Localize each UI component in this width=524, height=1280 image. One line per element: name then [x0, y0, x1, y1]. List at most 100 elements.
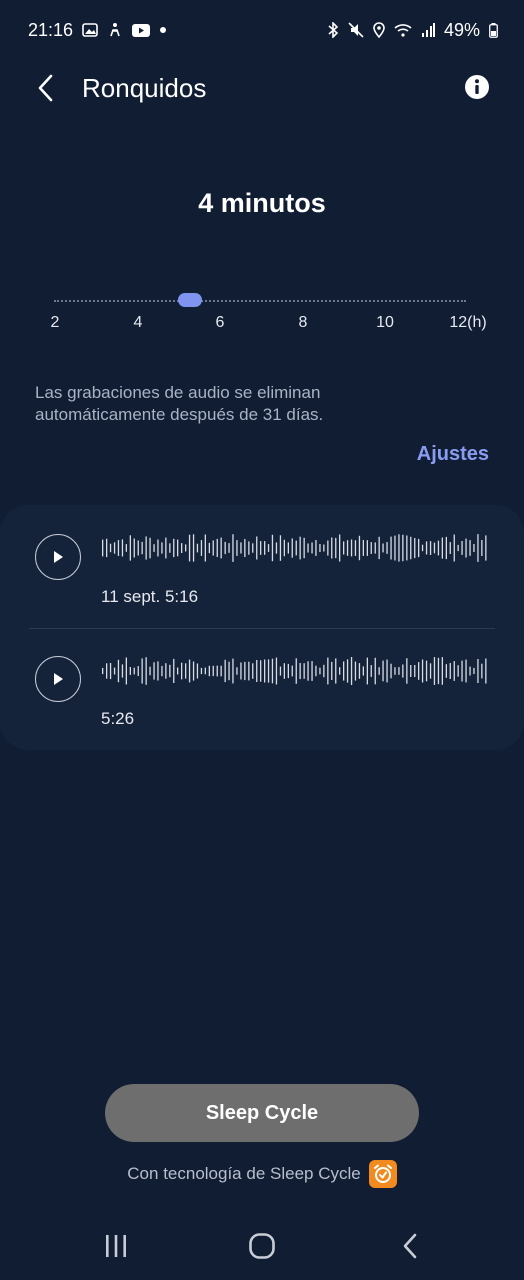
waveform-bar: [425, 541, 428, 555]
waveform-bar: [117, 659, 120, 683]
waveform-bar: [256, 660, 258, 682]
waveform-bar: [410, 665, 412, 677]
play-icon: [54, 551, 63, 563]
waveform-bar: [473, 667, 475, 674]
waveform-bar: [295, 658, 297, 684]
tick-label: 2: [50, 314, 60, 331]
waveform-bar: [260, 541, 262, 555]
play-button[interactable]: [35, 534, 81, 580]
waveform-bar: [153, 662, 155, 680]
waveform-bar: [453, 661, 455, 681]
waveform-bar: [429, 541, 432, 555]
waveform-bar: [161, 665, 163, 677]
waveform-bar: [145, 657, 147, 685]
waveform-bar: [350, 657, 353, 685]
waveform-bar: [196, 543, 199, 553]
powered-by: Con tecnología de Sleep Cycle: [0, 1160, 524, 1188]
back-button[interactable]: [30, 72, 62, 104]
waveform-bar: [382, 660, 384, 682]
waveform-bar: [390, 536, 392, 560]
info-button[interactable]: [464, 74, 490, 100]
waveform-bar: [188, 659, 191, 683]
waveform-bar: [133, 667, 135, 675]
waveform-bar: [113, 667, 116, 675]
waveform-bar: [200, 667, 203, 675]
status-bar: 21:16 49%: [0, 0, 524, 60]
waveform-bar: [224, 541, 226, 555]
waveform: [102, 534, 487, 562]
waveform-bar: [117, 540, 120, 556]
waveform-bar: [402, 534, 404, 562]
waveform-bar: [177, 539, 179, 557]
waveform-bar: [386, 659, 388, 683]
waveform-bar: [441, 657, 443, 685]
powered-by-text: Con tecnología de Sleep Cycle: [127, 1164, 361, 1183]
wifi-icon: [394, 23, 412, 37]
waveform-bar: [485, 658, 487, 684]
waveform-bar: [429, 663, 432, 679]
waveform-bar: [291, 538, 293, 558]
waveform-bar: [362, 666, 364, 676]
alarm-clock-icon: [368, 1160, 397, 1188]
play-icon: [54, 673, 63, 685]
waveform-bar: [366, 540, 368, 556]
waveform-bar: [418, 538, 420, 558]
settings-link[interactable]: Ajustes: [417, 443, 489, 466]
waveform-bar: [109, 663, 112, 680]
slider-tick-labels: 2 4 6 8 10 12(h): [0, 314, 524, 336]
waveform-bar: [287, 542, 289, 554]
recents-icon: [106, 1235, 126, 1257]
waveform-bar: [374, 657, 376, 685]
accessibility-icon: [107, 22, 123, 38]
waveform-bar: [378, 536, 380, 560]
waveform-bar: [433, 657, 436, 685]
waveform-bar: [121, 664, 124, 678]
play-button[interactable]: [35, 656, 81, 702]
recording-row[interactable]: 5:26: [0, 629, 524, 751]
time-slider[interactable]: [54, 288, 466, 314]
waveform-bar: [421, 544, 424, 552]
waveform-bar: [204, 667, 206, 675]
recents-button[interactable]: [96, 1226, 136, 1266]
waveform-bar: [220, 537, 222, 559]
recording-time: 5:26: [101, 709, 135, 728]
waveform-bar: [279, 535, 282, 561]
home-button[interactable]: [242, 1226, 282, 1266]
waveform-bar: [437, 657, 440, 685]
waveform-bar: [252, 543, 254, 553]
waveform-bar: [141, 541, 143, 555]
waveform-bar: [181, 662, 183, 680]
slider-thumb[interactable]: [177, 293, 202, 307]
waveform-bar: [335, 658, 337, 684]
waveform-bar: [267, 659, 270, 683]
waveform-bar: [279, 666, 282, 676]
waveform-bar: [252, 663, 254, 679]
waveform-bar: [121, 539, 124, 557]
snore-duration: 4 minutos: [198, 188, 326, 218]
waveform-bar: [354, 661, 357, 681]
waveform-bar: [200, 540, 203, 556]
waveform-bar: [165, 663, 167, 679]
youtube-icon: [132, 23, 151, 37]
waveform-bar: [457, 544, 459, 552]
waveform-bar: [192, 534, 195, 562]
waveform: [102, 657, 487, 685]
system-back-button[interactable]: [390, 1226, 430, 1266]
waveform-bar: [208, 665, 210, 677]
sleep-cycle-button[interactable]: Sleep Cycle: [105, 1084, 419, 1142]
waveform-bar: [106, 663, 108, 679]
waveform-bar: [394, 535, 396, 561]
waveform-bar: [481, 663, 483, 679]
waveform-bar: [185, 544, 187, 552]
waveform-bar: [248, 541, 250, 555]
waveform-bar: [370, 665, 372, 677]
recording-row[interactable]: 11 sept. 5:16: [0, 505, 524, 627]
waveform-bar: [185, 663, 187, 679]
waveform-bar: [271, 534, 274, 562]
waveform-bar: [307, 543, 309, 553]
waveform-bar: [465, 659, 467, 683]
waveform-bar: [394, 667, 396, 675]
waveform-bar: [236, 667, 238, 675]
waveform-bar: [102, 667, 104, 675]
system-nav-bar: [0, 1212, 524, 1280]
